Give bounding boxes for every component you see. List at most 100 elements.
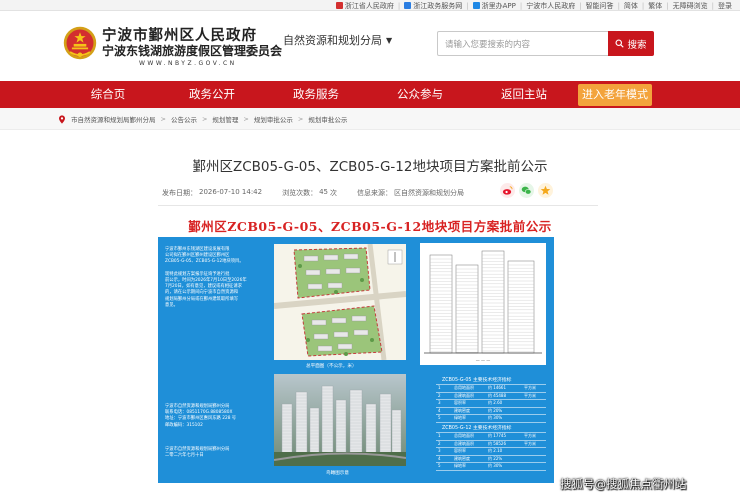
nav-item-gov-info[interactable]: 政务公开 [177,81,247,108]
top-link[interactable]: 浙江省人民政府 [335,1,394,11]
article-title: 鄞州区ZCB05-G-05、ZCB05-G-12地块项目方案批前公示 [192,159,548,175]
breadcrumb-item[interactable]: 公告公示 [171,114,197,124]
table1-title: ZCB05-G-05 主要技术经济指标 [442,378,512,383]
elder-mode-button[interactable]: 进入老年模式 [578,84,652,106]
poster-text-line: 二零二六年七月十日 [165,453,204,459]
table-cell: 约 58526 [488,440,506,446]
views-unit: 次 [330,189,338,197]
table-cell: 约 45488 [488,392,506,398]
search-button[interactable]: 搜索 [608,31,654,56]
table-cell: 平方米 [524,392,536,398]
weibo-share-button[interactable] [500,183,515,198]
top-link-label: 浙江政务服务网 [413,1,463,10]
breadcrumb-item[interactable]: 规划审批公示 [308,114,347,124]
breadcrumb-item[interactable]: 市自然资源和规划局鄞州分局 [71,114,156,124]
top-links: 浙江省人民政府 | 浙江政务服务网 | 浙里办APP | 宁波市人民政府 | 智能问答 | 简体 | 繁… [335,0,732,11]
gov-emblem-mini-icon [335,2,343,9]
table-cell: 约 30% [488,415,503,421]
table-cell: 总用地面积 [454,433,474,438]
top-link-label: 简体 [623,1,638,10]
site-plan-caption: 总平面图（不公示，米） [306,364,357,369]
favorite-share-button[interactable] [538,183,553,198]
table-cell: 约 30% [488,463,503,469]
article-divider [158,205,598,206]
top-link-label: 浙里办APP [481,1,516,10]
source-watermark: 搜狐号@搜狐焦点衢州站 [560,477,687,491]
table-cell: 4 [438,407,441,413]
search-icon [615,39,625,48]
location-pin-icon [59,114,65,124]
top-link-label: 宁波市人民政府 [526,1,576,10]
top-utility-bar: 浙江省人民政府 | 浙江政务服务网 | 浙里办APP | 宁波市人民政府 | 智能问答 | 简体 | 繁… [0,0,740,11]
table-cell: 1 [438,385,441,390]
breadcrumb-item[interactable]: 规划审批公示 [254,114,293,124]
svg-text:— — —: — — — [476,358,491,363]
breadcrumb: 市自然资源和规划局鄞州分局 > 公告公示 > 规划管理 > 规划审批公示 > 规… [58,108,347,130]
top-link[interactable]: 繁体 [648,1,662,11]
table-cell: 建筑密度 [454,407,470,413]
top-link[interactable]: 无障碍浏览 [673,1,708,11]
weibo-share-icon [502,186,513,195]
zhejiang-service-icon [404,2,412,9]
chevron-down-icon: ▼ [386,35,393,45]
announcement-poster: 宁波市鄞州东钱湖区建设发展有限 公司拟在鄞州区鄞州建设区鄞州区 ZCB05-G-05… [158,237,554,483]
table-cell: 总用地面积 [454,385,474,390]
poster-text-line: 邮政编码：315102 [165,422,203,428]
source-value: 区自然资源和规划分局 [394,189,465,197]
poster-text-line: 规划局鄞州分局或在鄞州建筑取所填写 [165,296,239,302]
table-cell: 总建筑面积 [454,392,474,398]
table-cell: 5 [438,463,441,469]
table-cell: 约 2.60 [488,400,503,406]
elevation-image: — — — [420,243,546,365]
publish-date: 2026-07-10 14:42 [199,188,263,196]
poster-intro-text: 宁波市鄞州东钱湖区建设发展有限 公司拟在鄞州区鄞州建设区鄞州区 ZCB05-G-05… [165,247,247,309]
department-label: 自然资源和规划分局 [283,34,382,47]
table-cell: 约 2.10 [488,448,503,454]
site-header: 宁波市鄞州区人民政府 宁波东钱湖旅游度假区管理委员会 WWW.NBYZ.GOV.… [0,11,740,81]
top-link[interactable]: 登录 [718,1,732,11]
top-link-label: 浙江省人民政府 [344,1,394,10]
national-emblem-icon [63,26,97,60]
top-link-label: 繁体 [648,1,663,10]
article-meta: 发布日期： 2026-07-10 14:42 浏览次数： 45 次 信息来源： … [162,188,466,198]
top-link-label: 无障碍浏览 [672,1,708,10]
breadcrumb-bar: 市自然资源和规划局鄞州分局 > 公告公示 > 规划管理 > 规划审批公示 > 规… [0,108,740,130]
table-cell: 3 [438,400,441,406]
top-link[interactable]: 浙里办APP [472,1,516,11]
nav-item-gov-service[interactable]: 政务服务 [281,81,351,108]
nav-item-public-participation[interactable]: 公众参与 [385,81,455,108]
table2-title: ZCB05-G-12 主要技术经济指标 [442,426,512,431]
top-link[interactable]: 浙江政务服务网 [404,1,462,11]
poster-title: 鄞州区ZCB05-G-05、ZCB05-G-12地块项目方案批前公示 [188,219,552,234]
poster-text-line: 意见。 [165,302,178,308]
main-nav: 综合页 政务公开 政务服务 公众参与 返回主站 进入老年模式 [0,81,740,108]
source-label: 信息来源： [357,189,393,197]
table-cell: 约 22% [488,455,503,461]
poster-text-line: 地址：宁波市鄞州区惠风东路 228 号 [165,416,237,422]
table-cell: 4 [438,455,441,461]
zheliban-app-icon [472,2,480,9]
search-box [437,31,609,57]
department-selector[interactable]: 自然资源和规划分局 ▼ [283,32,392,48]
table-cell: 2 [438,440,441,446]
aerial-view-render [274,374,406,466]
elevation-drawing: — — — [420,243,546,365]
poster-signature-text: 宁波市自然资源和规划局鄞州分局 二零二六年七月十日 [165,447,229,459]
share-buttons [496,183,553,198]
top-link[interactable]: 简体 [624,1,638,11]
wechat-share-icon [521,186,532,195]
views-label: 浏览次数： [282,189,318,197]
poster-contact-text: 宁波市自然资源和规划局鄞州分局 联系电话：0851170G.8808580X 地址：… [165,404,236,429]
search-input[interactable] [438,33,608,57]
site-brand-line2[interactable]: 宁波东钱湖旅游度假区管理委员会 [102,42,282,59]
nav-item-overview[interactable]: 综合页 [73,81,143,108]
breadcrumb-item[interactable]: 规划管理 [212,114,238,124]
nav-item-main-site[interactable]: 返回主站 [489,81,559,108]
wechat-share-button[interactable] [519,183,534,198]
table-cell: 容积率 [454,448,466,454]
site-plan-drawing [273,243,407,361]
table-cell: 绿地率 [454,463,466,469]
top-link[interactable]: 宁波市人民政府 [526,1,575,11]
top-link[interactable]: 智能问答 [586,1,614,11]
poster-text-line: 的，请在公示期间向宁波市自然资源和 [165,290,239,296]
